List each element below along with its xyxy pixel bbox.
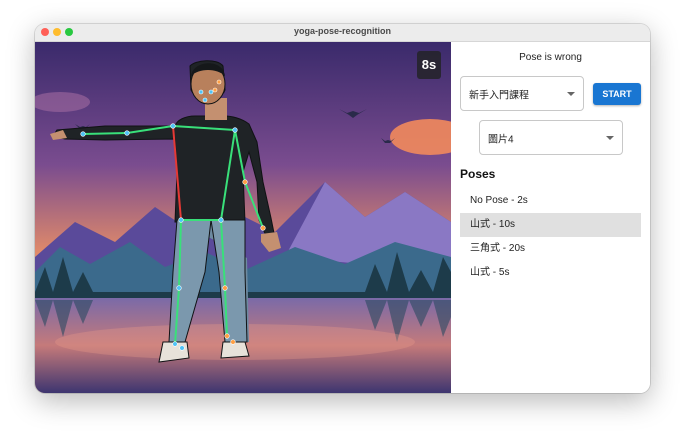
pose-list-item[interactable]: No Pose - 2s bbox=[460, 189, 641, 213]
pose-status-text: Pose is wrong bbox=[519, 52, 582, 63]
control-panel: Pose is wrong 新手入門課程 START 圖片4 Poses No … bbox=[451, 42, 650, 393]
pose-list-item[interactable]: 山式 - 5s bbox=[460, 261, 641, 285]
poses-heading: Poses bbox=[460, 167, 496, 181]
course-select-value: 新手入門課程 bbox=[469, 90, 529, 101]
course-select[interactable]: 新手入門課程 bbox=[460, 76, 584, 111]
app-window: yoga-pose-recognition 8s Pose is wrong 新… bbox=[35, 24, 650, 393]
image-select[interactable]: 圖片4 bbox=[479, 120, 623, 155]
dropdown-arrow-icon bbox=[567, 91, 575, 96]
right-hand bbox=[261, 232, 281, 252]
camera-view: 8s bbox=[35, 42, 451, 393]
pose-list: No Pose - 2s 山式 - 10s 三角式 - 20s 山式 - 5s bbox=[460, 189, 641, 285]
countdown-timer: 8s bbox=[417, 51, 441, 79]
pose-list-item-selected[interactable]: 山式 - 10s bbox=[460, 213, 641, 237]
person-figure bbox=[50, 60, 281, 363]
pose-list-item[interactable]: 三角式 - 20s bbox=[460, 237, 641, 261]
image-select-value: 圖片4 bbox=[488, 134, 514, 145]
title-bar: yoga-pose-recognition bbox=[35, 24, 650, 42]
window-title: yoga-pose-recognition bbox=[293, 26, 391, 36]
dropdown-arrow-icon bbox=[606, 135, 614, 140]
start-button[interactable]: START bbox=[593, 83, 641, 105]
